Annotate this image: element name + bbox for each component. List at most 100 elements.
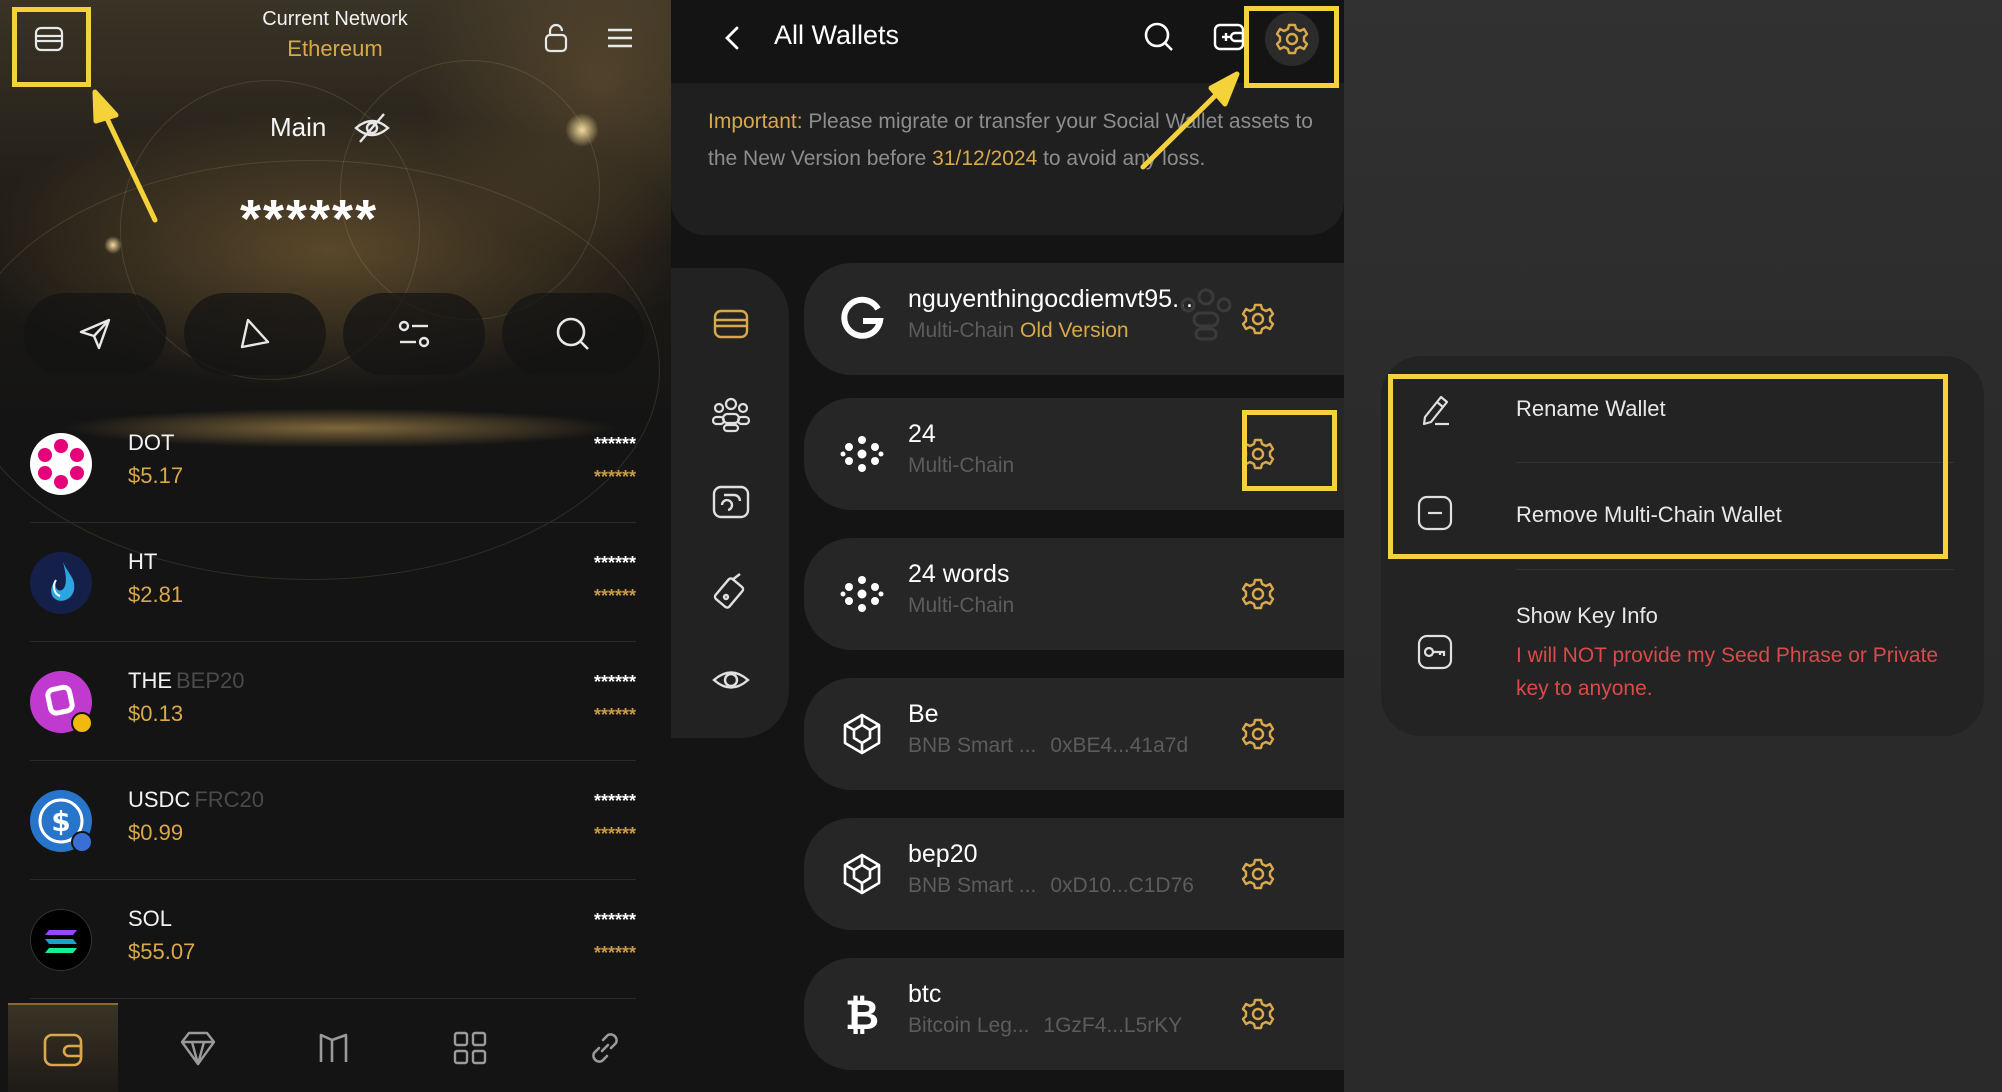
- svg-text:$: $: [51, 805, 70, 838]
- wallet-gear-button[interactable]: [1236, 712, 1280, 756]
- nav-apps[interactable]: [415, 1003, 525, 1092]
- wallet-name: 24 words: [908, 560, 1010, 588]
- receive-button[interactable]: [184, 293, 326, 375]
- wallet-address: 1GzF4...L5rKY: [1043, 1014, 1183, 1037]
- add-wallet-button[interactable]: [1206, 14, 1252, 60]
- huobi-icon: [30, 552, 92, 614]
- nav-market[interactable]: [279, 1003, 389, 1092]
- wallet-card[interactable]: 24 words Multi-Chain: [804, 538, 1344, 650]
- asset-amount: ******: [593, 672, 636, 692]
- asset-price: $0.13: [128, 701, 184, 726]
- lock-button[interactable]: [534, 16, 578, 60]
- wallet-card[interactable]: 24 Multi-Chain: [804, 398, 1344, 510]
- lock-icon: [544, 23, 568, 53]
- send-button[interactable]: [24, 293, 166, 375]
- swap-button[interactable]: [343, 293, 485, 375]
- asset-row-sol[interactable]: SOL $55.07 ****** ******: [0, 880, 671, 999]
- gear-icon: [1241, 303, 1275, 335]
- wallet-icon: [43, 1033, 83, 1066]
- asset-value: ******: [593, 943, 636, 963]
- show-key-info-item[interactable]: Show Key Info I will NOT provide my Seed…: [1381, 570, 1984, 730]
- asset-chain: FRC20: [194, 787, 265, 812]
- bottom-nav: [0, 1003, 671, 1092]
- asset-symbol: DOT: [128, 430, 175, 455]
- wallet-subtitle: Bitcoin Leg... 1GzF4...L5rKY: [908, 1014, 1183, 1037]
- remove-wallet-item[interactable]: Remove Multi-Chain Wallet: [1381, 463, 1984, 569]
- wallet-gear-button[interactable]: [1236, 572, 1280, 616]
- asset-price: $0.99: [128, 820, 184, 845]
- eye-icon: [712, 671, 750, 689]
- wallet-name: nguyenthingocdiemvt95...: [908, 285, 1193, 313]
- migration-notice: Important: Please migrate or transfer yo…: [671, 83, 1344, 235]
- nav-wallet[interactable]: [8, 1003, 118, 1092]
- wallet-gear-button[interactable]: [1236, 992, 1280, 1036]
- network-name: Ethereum: [287, 36, 383, 61]
- asset-amount: ******: [593, 553, 636, 573]
- minus-square-icon: [1415, 493, 1455, 533]
- wallet-settings-button[interactable]: [1265, 12, 1319, 66]
- asset-value: ******: [593, 705, 636, 725]
- remove-wallet-label: Remove Multi-Chain Wallet: [1516, 502, 1782, 527]
- wallet-icon: [713, 309, 749, 339]
- wallet-options-panel: Rename Wallet Remove Multi-Chain Wallet …: [1344, 0, 2002, 1092]
- search-icon: [556, 317, 589, 350]
- notice-important: Important:: [708, 110, 803, 133]
- rail-watch-wallet[interactable]: [706, 655, 756, 705]
- asset-amount: ******: [593, 434, 636, 454]
- security-warning: I will NOT provide my Seed Phrase or Pri…: [1516, 644, 1939, 700]
- nav-earn[interactable]: [143, 1003, 253, 1092]
- solana-icon: [30, 909, 92, 971]
- rail-social-wallet[interactable]: [706, 477, 756, 527]
- asset-symbol: USDC FRC20: [128, 787, 265, 812]
- bnb-icon: [834, 706, 890, 762]
- hamburger-icon: [608, 28, 632, 48]
- group-icon: [711, 397, 751, 433]
- wallet-gear-button[interactable]: [1236, 852, 1280, 896]
- hardware-wallet-icon: [713, 573, 745, 609]
- wallet-gear-button[interactable]: [1236, 297, 1280, 341]
- link-icon: [592, 1032, 618, 1063]
- rail-multisig[interactable]: [706, 388, 756, 438]
- old-version-tag: Old Version: [1020, 319, 1129, 342]
- wallet-card[interactable]: Be BNB Smart ... 0xBE4...41a7d: [804, 678, 1344, 790]
- wallet-search-button[interactable]: [1136, 14, 1182, 60]
- asset-row-ht[interactable]: HT $2.81 ****** ******: [0, 523, 671, 642]
- thena-icon: [30, 671, 93, 734]
- wallet-card[interactable]: nguyenthingocdiemvt95... Multi-Chain Old…: [804, 263, 1344, 375]
- asset-symbol: HT: [128, 549, 158, 574]
- current-network[interactable]: Current Network Ethereum: [200, 0, 470, 70]
- rail-hardware-wallet[interactable]: [706, 566, 756, 616]
- gear-icon: [1241, 578, 1275, 610]
- wallet-subtitle: Multi-Chain: [908, 454, 1015, 477]
- network-title: Current Network: [262, 8, 408, 30]
- wallet-options-menu: Rename Wallet Remove Multi-Chain Wallet …: [1381, 356, 1984, 736]
- menu-button[interactable]: [598, 16, 642, 60]
- rail-all-wallets[interactable]: [706, 299, 756, 349]
- asset-row-usdc[interactable]: $ USDC FRC20 $0.99 ****** ******: [0, 761, 671, 880]
- asset-price: $5.17: [128, 463, 184, 488]
- gear-icon: [1241, 998, 1275, 1030]
- gear-icon: [1241, 718, 1275, 750]
- asset-symbol: SOL: [128, 906, 173, 931]
- asset-symbol: THE BEP20: [128, 668, 245, 693]
- hide-balance-button[interactable]: [350, 106, 394, 150]
- polkadot-icon: [30, 433, 92, 495]
- usdc-icon: $: [30, 790, 93, 853]
- wallet-name: bep20: [908, 840, 978, 868]
- gear-icon: [1241, 858, 1275, 890]
- asset-price: $55.07: [128, 939, 196, 964]
- multichain-icon: [834, 426, 890, 482]
- key-icon: [1415, 632, 1455, 672]
- wallet-subtitle: BNB Smart ... 0xD10...C1D76: [908, 874, 1194, 897]
- wallet-gear-button[interactable]: [1236, 432, 1280, 476]
- back-button[interactable]: [711, 16, 755, 60]
- wallet-card[interactable]: ₿ btc Bitcoin Leg... 1GzF4...L5rKY: [804, 958, 1344, 1070]
- asset-row-dot[interactable]: DOT $5.17 ****** ******: [0, 404, 671, 523]
- social-watermark-icon: [1180, 288, 1232, 341]
- asset-row-the[interactable]: THE BEP20 $0.13 ****** ******: [0, 642, 671, 761]
- asset-search-button[interactable]: [502, 293, 644, 375]
- rename-wallet-item[interactable]: Rename Wallet: [1381, 356, 1984, 462]
- nav-link[interactable]: [550, 1003, 660, 1092]
- wallet-card[interactable]: bep20 BNB Smart ... 0xD10...C1D76: [804, 818, 1344, 930]
- wallet-switch-button[interactable]: [25, 15, 73, 63]
